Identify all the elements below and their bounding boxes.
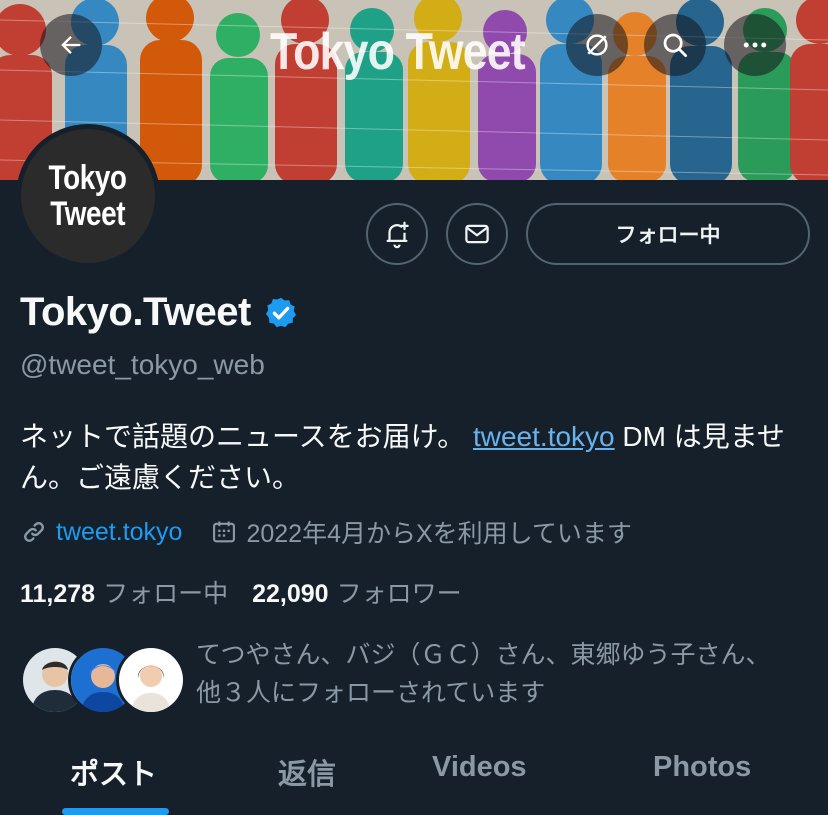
following-count: 11,278 (20, 580, 96, 608)
notifications-button[interactable] (366, 203, 428, 265)
profile-avatar[interactable]: Tokyo Tweet (16, 124, 160, 268)
more-icon (743, 42, 767, 48)
search-icon (663, 33, 687, 57)
join-date: 2022年4月からXを利用しています (246, 520, 632, 548)
mutual-followers-avatars[interactable] (20, 645, 186, 715)
mutual-followers-text[interactable]: てつやさん、バジ（ＧＣ）さん、東郷ゆう子さん、 他３人にフォローされています (196, 636, 806, 712)
avatar-logo: Tokyo Tweet (21, 129, 155, 263)
tab-replies[interactable]: 返信 (278, 751, 336, 793)
follow-stats: 11,278 フォロー中 22,090 フォロワー (20, 574, 462, 610)
bell-plus-icon (386, 221, 409, 249)
banner-title: Tokyo Tweet (270, 23, 526, 81)
followers-count: 22,090 (252, 580, 329, 608)
profile-meta: tweet.tokyo 2022年4月からXを利用しています (20, 514, 632, 550)
website-link[interactable]: tweet.tokyo (56, 518, 182, 547)
profile-bio: ネットで話題のニュースをお届け。 tweet.tokyo DM は見ません。ご遠… (20, 416, 810, 498)
mutual-avatar-3 (116, 645, 186, 715)
bio-text: ネットで話題のニュースをお届け。 (20, 421, 466, 452)
more-button[interactable] (724, 14, 786, 76)
followers-label: フォロワー (336, 580, 462, 608)
avatar-logo-line1: Tokyo (48, 159, 127, 197)
refresh-button[interactable] (566, 14, 628, 76)
bio-link[interactable]: tweet.tokyo (473, 421, 615, 452)
following-stat[interactable]: 11,278 フォロー中 (20, 574, 228, 610)
calendar-icon (213, 521, 236, 543)
verified-badge-icon[interactable] (263, 295, 299, 331)
profile-tabs: ポスト 返信 Videos Photos (0, 745, 828, 815)
followers-stat[interactable]: 22,090 フォロワー (252, 574, 461, 610)
back-arrow-icon (61, 36, 81, 54)
user-handle: @tweet_tokyo_web (20, 349, 265, 380)
display-name-row: Tokyo.Tweet (20, 290, 299, 335)
message-button[interactable] (446, 203, 508, 265)
mutual-line-2: 他３人にフォローされています (196, 679, 546, 707)
mutual-line-1: てつやさん、バジ（ＧＣ）さん、東郷ゆう子さん、 (196, 641, 771, 669)
tab-photos[interactable]: Photos (653, 751, 751, 784)
active-tab-indicator (62, 808, 169, 815)
tab-posts[interactable]: ポスト (70, 751, 157, 793)
search-button[interactable] (644, 14, 706, 76)
link-icon (24, 522, 44, 542)
following-button[interactable]: フォロー中 (526, 203, 810, 265)
display-name: Tokyo.Tweet (20, 290, 251, 334)
envelope-icon (465, 224, 489, 244)
following-label: フォロー中 (103, 580, 229, 608)
refresh-icon (586, 34, 608, 56)
tab-videos[interactable]: Videos (432, 751, 527, 784)
back-button[interactable] (40, 14, 102, 76)
avatar-logo-line2: Tweet (50, 195, 126, 233)
